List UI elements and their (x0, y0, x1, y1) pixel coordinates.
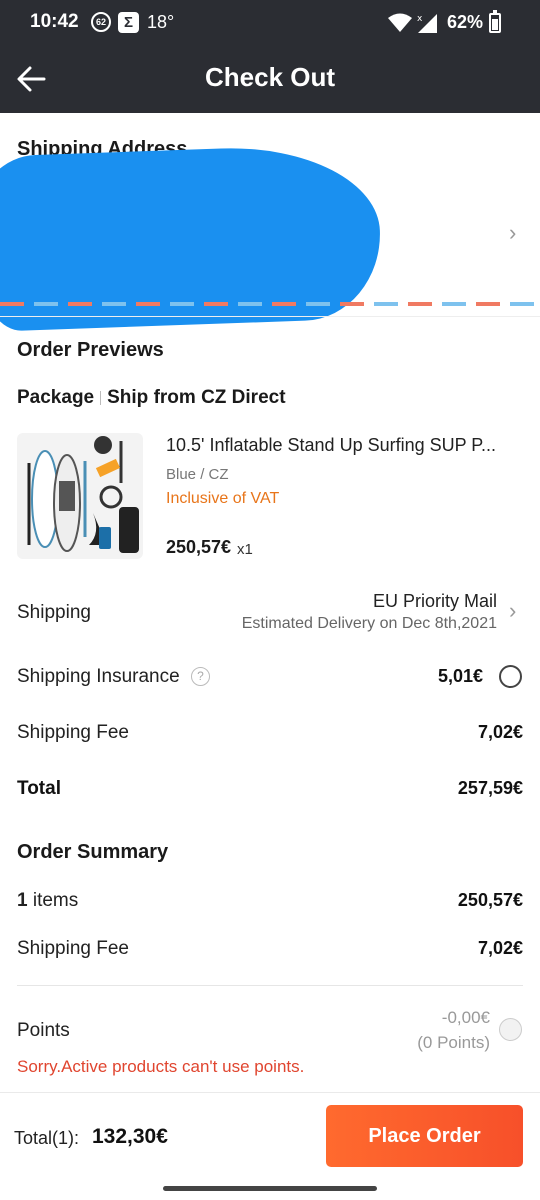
shipping-method[interactable]: EU Priority Mail (373, 591, 497, 612)
svg-text:x: x (417, 14, 423, 24)
notification-count-icon: 62 (91, 12, 111, 32)
package-line: Package Ship from CZ Direct (17, 387, 286, 409)
status-time: 10:42 (30, 11, 79, 32)
summary-divider (17, 985, 523, 986)
items-row-label: 1 items (17, 890, 78, 912)
status-bar: 10:42 62 Σ 18° x 62% (0, 0, 540, 46)
app-header: Check Out (0, 46, 540, 113)
items-label: items (32, 890, 79, 911)
summary-shipping-fee-value: 7,02€ (477, 938, 523, 958)
shipping-insurance-label: Shipping Insurance (17, 666, 180, 687)
address-chevron-right-icon[interactable]: › (509, 220, 516, 246)
help-question-icon[interactable]: ? (191, 667, 210, 686)
items-value: 250,57€ (457, 890, 523, 910)
shipping-estimate: Estimated Delivery on Dec 8th,2021 (241, 615, 497, 632)
insurance-radio[interactable] (499, 665, 522, 688)
battery-icon (489, 10, 501, 33)
total-label: Total (17, 778, 61, 799)
shipping-insurance-value: 5,01€ (437, 666, 483, 686)
shipping-fee-value: 7,02€ (477, 722, 523, 742)
place-order-button[interactable]: Place Order (326, 1105, 523, 1167)
points-count: (0 Points) (417, 1033, 490, 1052)
battery-percent: 62% (447, 12, 484, 32)
order-previews-title: Order Previews (17, 339, 164, 361)
summary-shipping-fee-label: Shipping Fee (17, 938, 129, 959)
product-price: 250,57€ (166, 537, 232, 557)
home-gesture-handle[interactable] (163, 1186, 377, 1191)
bottom-total-amount: 132,30€ (92, 1125, 168, 1148)
checkout-bottom-bar: Total(1): 132,30€ Place Order (0, 1092, 540, 1180)
cellular-signal-icon: x (417, 14, 437, 33)
points-warning: Sorry.Active products can't use points. (17, 1057, 305, 1076)
section-divider (0, 316, 540, 317)
bottom-total-label: Total(1): (14, 1128, 80, 1148)
sup-board-illustration (27, 436, 139, 553)
system-nav-bar (0, 1180, 540, 1200)
points-label: Points (17, 1020, 70, 1041)
sigma-app-icon: Σ (118, 12, 139, 33)
shipping-label: Shipping (17, 602, 91, 623)
ship-from-label: Ship from CZ Direct (107, 387, 286, 408)
address-envelope-border (0, 302, 540, 306)
points-value: -0,00€ (441, 1008, 490, 1027)
product-title[interactable]: 10.5' Inflatable Stand Up Surfing SUP P.… (166, 435, 522, 456)
wifi-icon (388, 13, 412, 32)
items-count: 1 (17, 890, 28, 911)
shipping-fee-label: Shipping Fee (17, 722, 129, 743)
package-divider (100, 390, 102, 405)
page-title: Check Out (204, 62, 336, 92)
vat-note: Inclusive of VAT (166, 490, 280, 507)
product-image[interactable] (17, 433, 143, 559)
order-summary-title: Order Summary (17, 841, 169, 863)
product-variant: Blue / CZ (166, 466, 229, 483)
package-label: Package (17, 387, 95, 408)
status-temperature: 18° (147, 12, 175, 32)
total-value: 257,59€ (457, 778, 523, 798)
product-quantity: x1 (237, 541, 253, 558)
shipping-chevron-right-icon[interactable]: › (509, 598, 516, 624)
points-radio[interactable] (499, 1018, 522, 1041)
